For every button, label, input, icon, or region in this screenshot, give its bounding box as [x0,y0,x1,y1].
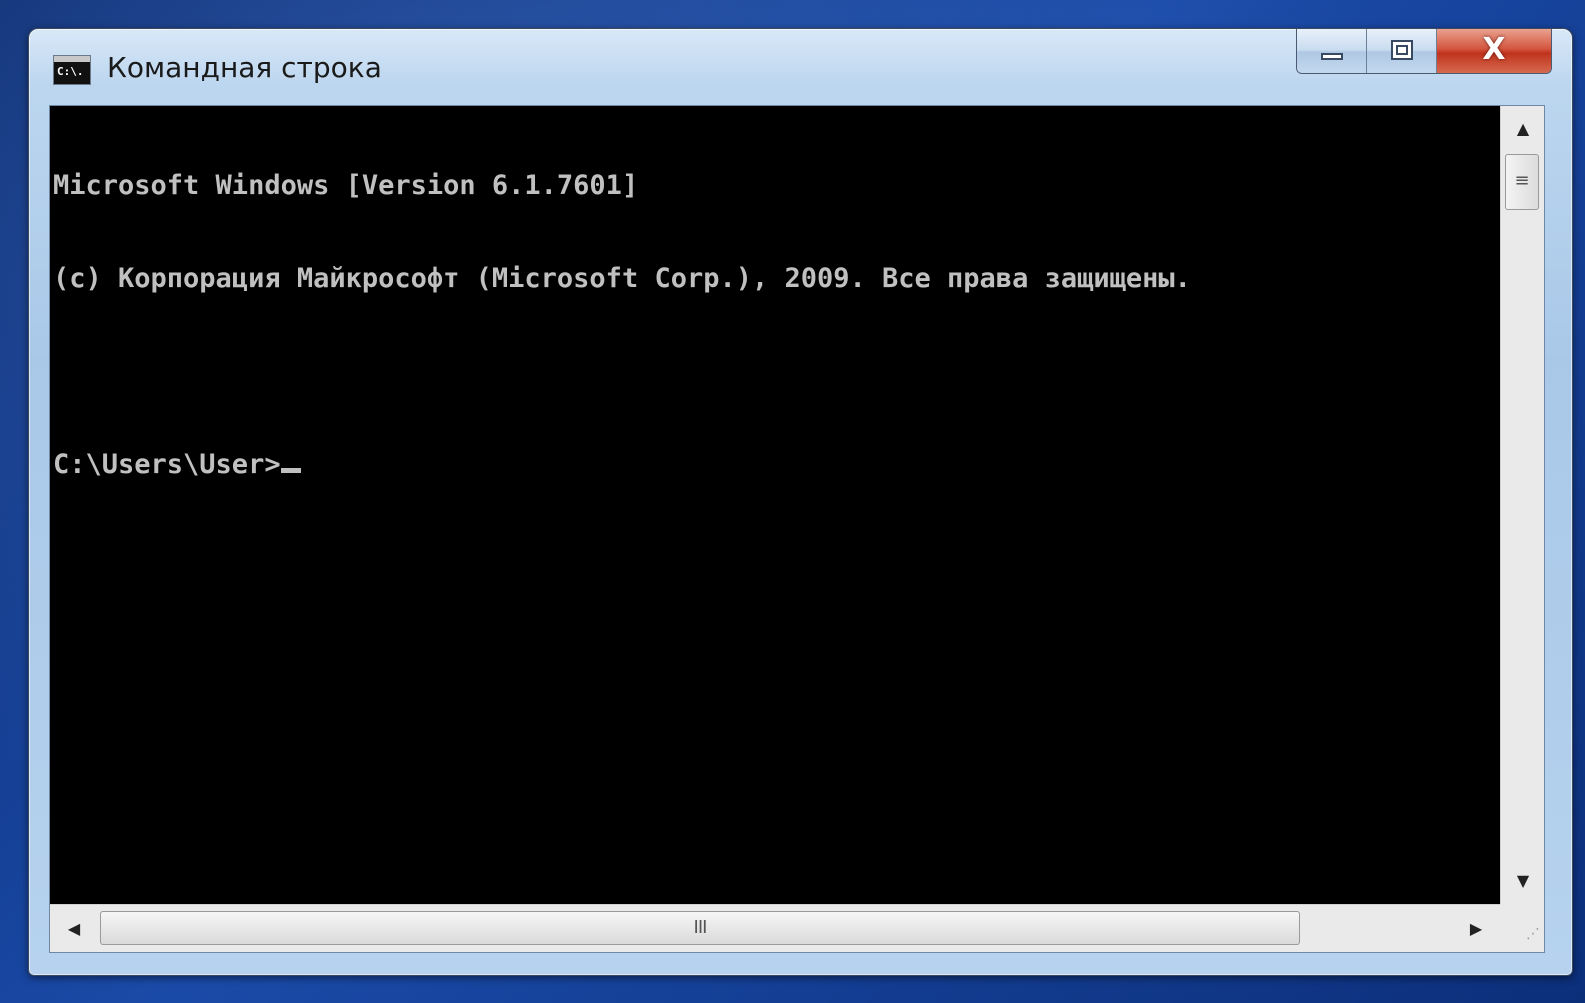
console-frame: Microsoft Windows [Version 6.1.7601] (c)… [49,105,1545,953]
cmd-icon[interactable]: C:\. [53,55,91,85]
scroll-down-arrow-icon[interactable]: ▼ [1501,858,1545,904]
maximize-button[interactable] [1367,29,1437,73]
caption-buttons: X [1296,29,1552,74]
console-output[interactable]: Microsoft Windows [Version 6.1.7601] (c)… [50,106,1500,904]
console-prompt: C:\Users\User> [53,449,281,480]
cmd-window: C:\. Командная строка X Microsoft Window… [28,28,1573,976]
horizontal-scrollbar[interactable]: ◀ III ▶ [50,904,1500,952]
cmd-icon-text: C:\. [57,65,84,78]
console-prompt-line: C:\Users\User> [53,449,1500,480]
size-grip-icon[interactable]: ⋰ [1500,904,1544,952]
horizontal-scroll-thumb[interactable]: III [100,911,1300,945]
console-line-copyright: (c) Корпорация Майкрософт (Microsoft Cor… [53,263,1191,294]
vertical-scrollbar[interactable]: ▲ ≡ ▼ [1500,106,1544,904]
scroll-up-arrow-icon[interactable]: ▲ [1501,106,1545,152]
close-button[interactable]: X [1437,29,1551,73]
close-icon: X [1482,32,1506,67]
vertical-scroll-thumb[interactable]: ≡ [1505,154,1539,210]
cmd-icon-bar [54,56,90,62]
scroll-right-arrow-icon[interactable]: ▶ [1452,905,1500,953]
minimize-button[interactable] [1297,29,1367,73]
scroll-left-arrow-icon[interactable]: ◀ [50,905,98,953]
minimize-icon [1321,53,1343,60]
console-line-version: Microsoft Windows [Version 6.1.7601] [53,170,639,201]
text-cursor [280,468,301,473]
window-title: Командная строка [107,51,382,84]
maximize-icon [1391,40,1413,60]
title-bar[interactable]: C:\. Командная строка X [29,29,1572,105]
